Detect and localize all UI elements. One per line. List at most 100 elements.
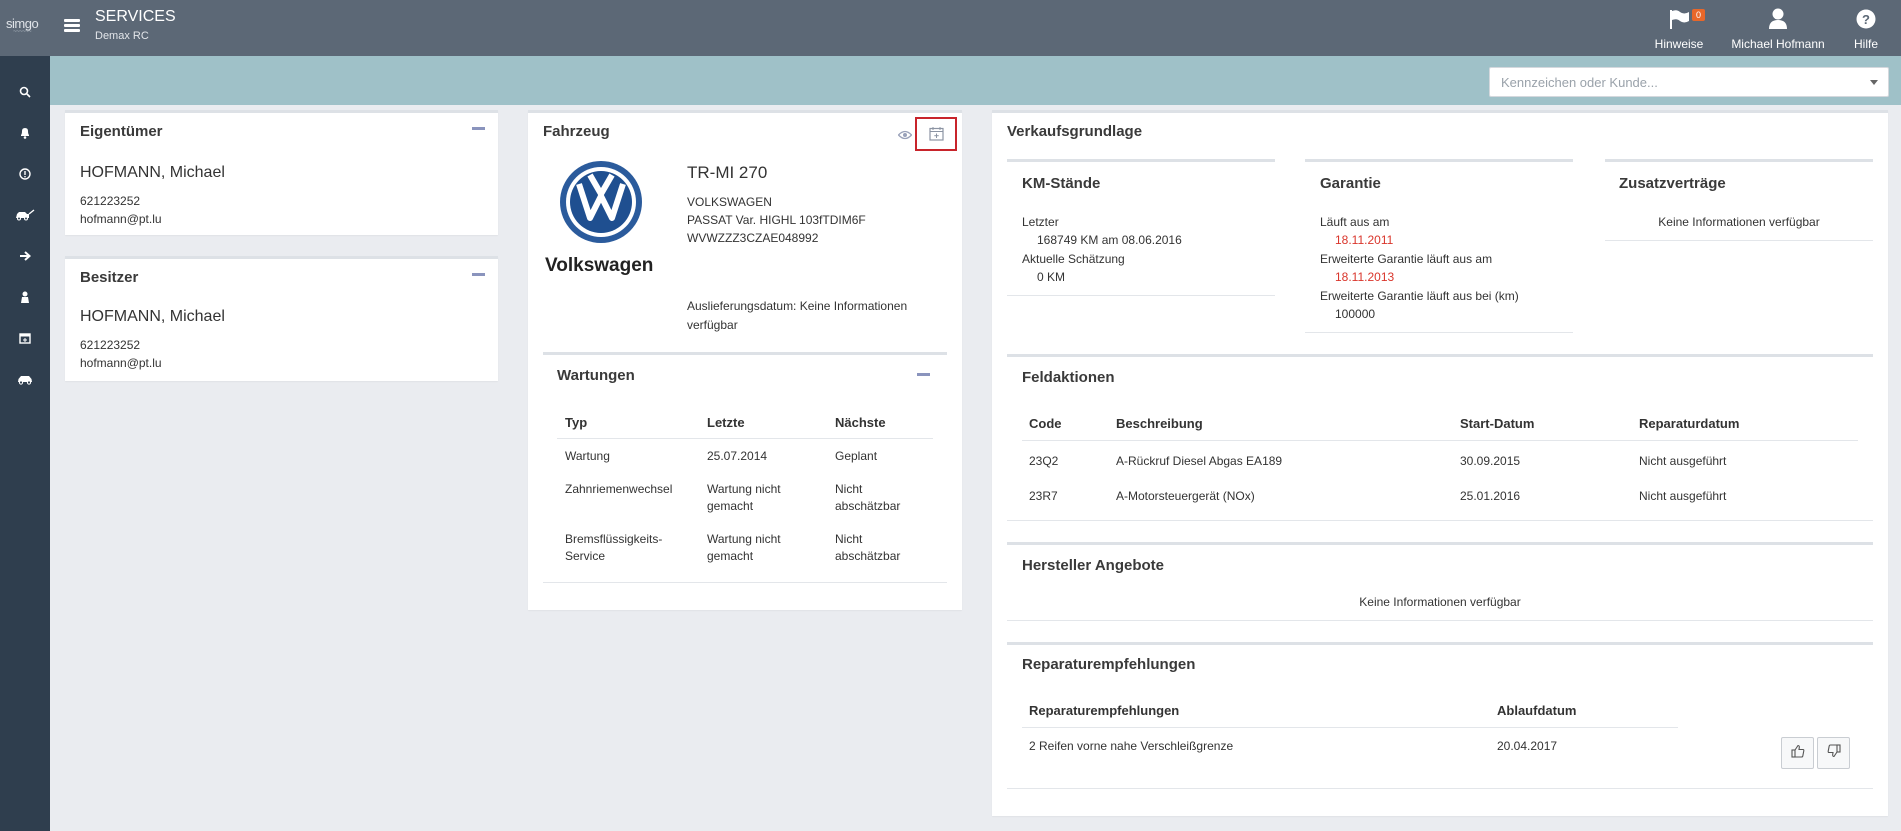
extra-contracts-text: Keine Informationen verfügbar bbox=[1658, 215, 1820, 229]
sales-title: Verkaufsgrundlage bbox=[1007, 123, 1143, 140]
holder-panel: Besitzer HOFMANN, Michael 621223252 hofm… bbox=[65, 256, 498, 381]
hints-label: Hinweise bbox=[1654, 37, 1704, 51]
sales-panel: Verkaufsgrundlage KM-Stände Letzter 1687… bbox=[992, 110, 1888, 816]
top-bar: simgo ~~~~~~ SERVICES Demax RC 0 Hinweise… bbox=[0, 0, 1901, 56]
chevron-down-icon[interactable] bbox=[1870, 80, 1878, 85]
field-actions-title: Feldaktionen bbox=[1022, 369, 1115, 386]
owner-email[interactable]: hofmann@pt.lu bbox=[80, 212, 162, 226]
thumbs-down-button[interactable] bbox=[1817, 737, 1850, 769]
calendar-add-icon bbox=[929, 126, 944, 146]
col-start-date: Start-Datum bbox=[1460, 416, 1535, 431]
license-plate: TR-MI 270 bbox=[687, 163, 768, 182]
field-row-1-desc: A-Rückruf Diesel Abgas EA189 bbox=[1116, 454, 1283, 468]
eye-icon[interactable] bbox=[897, 127, 913, 145]
col-repair-date: Reparaturdatum bbox=[1639, 416, 1740, 431]
repair-recs-title: Reparaturempfehlungen bbox=[1022, 656, 1196, 673]
maint-row-1-last: 25.07.2014 bbox=[707, 449, 768, 463]
km-estimate-label: Aktuelle Schätzung bbox=[1022, 252, 1125, 266]
hints-button[interactable]: 0 Hinweise bbox=[1648, 4, 1710, 51]
holder-email[interactable]: hofmann@pt.lu bbox=[80, 356, 162, 370]
maint-row-3-type: Bremsflüssigkeits-Service bbox=[565, 532, 663, 563]
vw-logo bbox=[559, 160, 643, 249]
col-next: Nächste bbox=[835, 415, 886, 430]
help-icon: ? bbox=[1850, 4, 1882, 34]
holder-phone: 621223252 bbox=[80, 338, 141, 352]
svg-text:?: ? bbox=[1862, 12, 1870, 27]
repair-row-1-text: 2 Reifen vorne nahe Verschleißgrenze bbox=[1029, 739, 1234, 753]
collapse-icon[interactable] bbox=[917, 373, 930, 376]
sidebar bbox=[0, 56, 50, 831]
maint-row-2-type: Zahnriemenwechsel bbox=[565, 482, 673, 496]
extra-contracts-title: Zusatzverträge bbox=[1619, 175, 1726, 192]
vehicle-make: VOLKSWAGEN bbox=[687, 195, 772, 209]
warranty-title: Garantie bbox=[1320, 175, 1381, 192]
vehicle-model: PASSAT Var. HIGHL 103fTDIM6F bbox=[687, 213, 866, 227]
thumbs-up-icon bbox=[1790, 744, 1805, 763]
app-title: SERVICES bbox=[95, 8, 176, 25]
service-person-icon[interactable] bbox=[0, 285, 50, 309]
field-row-2-start: 25.01.2016 bbox=[1460, 489, 1521, 503]
user-icon bbox=[1728, 4, 1828, 34]
menu-toggle-icon[interactable] bbox=[64, 19, 80, 33]
ext-warranty-km-label: Erweiterte Garantie läuft aus bei (km) bbox=[1320, 289, 1519, 303]
field-row-2-code: 23R7 bbox=[1029, 489, 1058, 503]
search-person-icon[interactable] bbox=[0, 80, 50, 104]
warranty-expires-label: Läuft aus am bbox=[1320, 215, 1390, 229]
manufacturer-offers-text: Keine Informationen verfügbar bbox=[1359, 595, 1521, 609]
km-last-label: Letzter bbox=[1022, 215, 1059, 229]
vehicle-search[interactable] bbox=[1489, 67, 1889, 97]
field-row-2-repair: Nicht ausgeführt bbox=[1639, 489, 1727, 503]
warranty-expires-value: 18.11.2011 bbox=[1335, 233, 1394, 247]
maint-row-3-next: Nicht abschätzbar bbox=[835, 532, 901, 563]
vehicle-title: Fahrzeug bbox=[543, 123, 610, 140]
maint-row-2-last: Wartung nicht gemacht bbox=[707, 482, 781, 513]
repair-row-1-date: 20.04.2017 bbox=[1497, 739, 1558, 753]
owner-title: Eigentümer bbox=[80, 123, 163, 140]
manufacturer-offers-title: Hersteller Angebote bbox=[1022, 557, 1164, 574]
app-logo[interactable]: simgo ~~~~~~ bbox=[6, 16, 39, 35]
km-last-value: 168749 KM am 08.06.2016 bbox=[1037, 233, 1182, 247]
field-row-1-repair: Nicht ausgeführt bbox=[1639, 454, 1727, 468]
collapse-icon[interactable] bbox=[472, 273, 485, 276]
hints-badge: 0 bbox=[1692, 9, 1706, 21]
app-subtitle: Demax RC bbox=[95, 30, 149, 42]
delivery-date: Auslieferungsdatum: Keine Informationen … bbox=[687, 299, 908, 332]
ext-warranty-label: Erweiterte Garantie läuft aus am bbox=[1320, 252, 1493, 266]
owner-panel: Eigentümer HOFMANN, Michael 621223252 ho… bbox=[65, 110, 498, 235]
collapse-icon[interactable] bbox=[472, 127, 485, 130]
search-input[interactable] bbox=[1490, 68, 1860, 96]
holder-title: Besitzer bbox=[80, 269, 139, 286]
user-name: Michael Hofmann bbox=[1731, 37, 1825, 51]
col-expiry-date: Ablaufdatum bbox=[1497, 703, 1577, 718]
alert-circle-icon[interactable] bbox=[0, 162, 50, 186]
owner-name: HOFMANN, Michael bbox=[80, 164, 225, 181]
ext-warranty-value: 18.11.2013 bbox=[1335, 270, 1395, 284]
maint-row-2-next: Nicht abschätzbar bbox=[835, 482, 901, 513]
vehicle-panel: Fahrzeug Volkswagen TR-MI 270 VOLKSWAGEN… bbox=[528, 110, 962, 610]
thumbs-up-button[interactable] bbox=[1781, 737, 1814, 769]
vehicle-vin: WVWZZZ3CZAE048992 bbox=[687, 231, 819, 245]
help-button[interactable]: ? Hilfe bbox=[1850, 4, 1882, 51]
km-title: KM-Stände bbox=[1022, 175, 1101, 192]
km-estimate-value: 0 KM bbox=[1037, 270, 1066, 284]
add-appointment-button[interactable] bbox=[915, 117, 957, 151]
field-row-1-code: 23Q2 bbox=[1029, 454, 1059, 468]
ext-warranty-km-value: 100000 bbox=[1335, 307, 1376, 321]
car-icon[interactable] bbox=[0, 367, 50, 391]
col-recommendation: Reparaturempfehlungen bbox=[1029, 703, 1180, 718]
help-label: Hilfe bbox=[1853, 37, 1878, 51]
holder-name: HOFMANN, Michael bbox=[80, 308, 225, 325]
maint-row-1-type: Wartung bbox=[565, 449, 610, 463]
calendar-icon[interactable] bbox=[0, 326, 50, 350]
field-row-1-start: 30.09.2015 bbox=[1460, 454, 1521, 468]
user-menu-button[interactable]: Michael Hofmann bbox=[1728, 4, 1828, 51]
arrow-right-icon[interactable] bbox=[0, 244, 50, 268]
owner-phone: 621223252 bbox=[80, 194, 141, 208]
maint-row-1-next: Geplant bbox=[835, 449, 878, 463]
field-row-2-desc: A-Motorsteuergerät (NOx) bbox=[1116, 489, 1255, 503]
bell-icon[interactable] bbox=[0, 121, 50, 145]
col-last: Letzte bbox=[707, 415, 745, 430]
maintenance-title: Wartungen bbox=[557, 367, 635, 384]
col-type: Typ bbox=[565, 415, 588, 430]
car-key-icon[interactable] bbox=[0, 203, 50, 227]
